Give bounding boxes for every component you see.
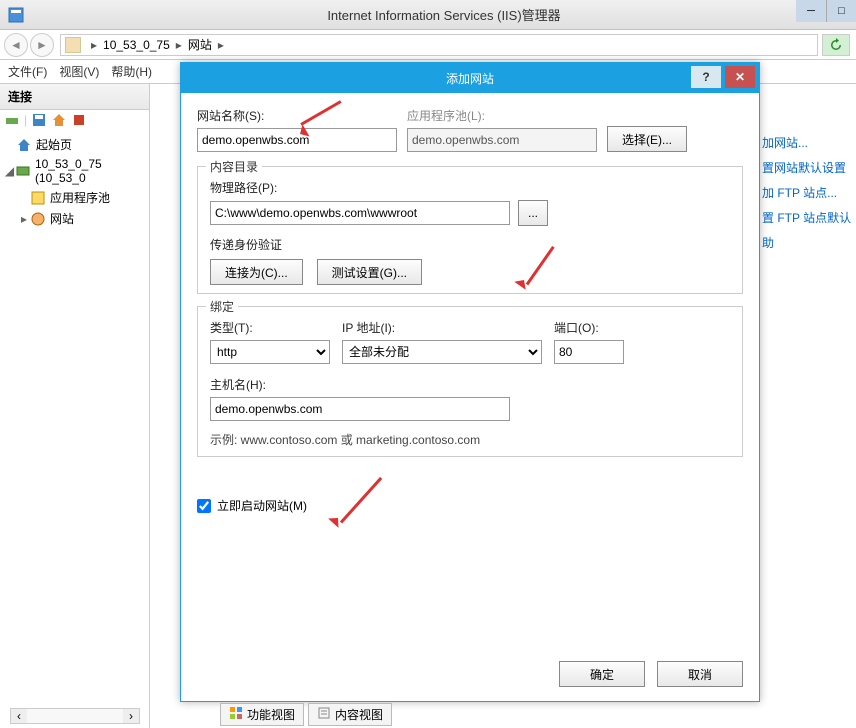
tree-sites[interactable]: ▸ 网站: [4, 208, 145, 229]
apppool-input: [407, 128, 597, 152]
breadcrumb-sep: ▸: [218, 38, 224, 52]
tab-content-view[interactable]: 内容视图: [308, 703, 392, 726]
expand-icon[interactable]: ▸: [18, 212, 30, 226]
menu-view[interactable]: 视图(V): [59, 63, 99, 80]
hostname-example: 示例: www.contoso.com 或 marketing.contoso.…: [210, 431, 730, 448]
refresh-button[interactable]: [822, 34, 850, 56]
connections-toolbar: |: [0, 110, 149, 130]
navigation-bar: ◄ ► ▸ 10_53_0_75 ▸ 网站 ▸: [0, 30, 856, 60]
tab-features-view[interactable]: 功能视图: [220, 703, 304, 726]
scroll-right-icon[interactable]: ›: [123, 709, 139, 723]
connect-as-button[interactable]: 连接为(C)...: [210, 259, 303, 285]
maximize-button[interactable]: □: [826, 0, 856, 22]
physpath-label: 物理路径(P):: [210, 179, 730, 196]
dialog-help-button[interactable]: ?: [691, 66, 721, 88]
sitename-label: 网站名称(S):: [197, 107, 397, 124]
tree-startpage[interactable]: 起始页: [4, 134, 145, 155]
scroll-track[interactable]: [27, 709, 123, 723]
home-icon[interactable]: [51, 112, 67, 128]
action-set-ftp[interactable]: 置 FTP 站点默认: [756, 205, 856, 230]
save-icon[interactable]: [31, 112, 47, 128]
features-icon: [229, 706, 243, 723]
dialog-title: 添加网站: [446, 70, 494, 87]
content-icon: [317, 706, 331, 723]
connections-panel: 连接 | 起始页 ◢ 10_53_0_75 (10_53_0 应用程序池 ▸ 网…: [0, 84, 150, 728]
action-add-site[interactable]: 加网站...: [756, 130, 856, 155]
binding-legend: 绑定: [206, 298, 238, 315]
menu-file[interactable]: 文件(F): [8, 63, 47, 80]
select-apppool-button[interactable]: 选择(E)...: [607, 126, 687, 152]
window-titlebar: Internet Information Services (IIS)管理器 ─…: [0, 0, 856, 30]
port-input[interactable]: [554, 340, 624, 364]
content-legend: 内容目录: [206, 158, 262, 175]
start-immediately-input[interactable]: [197, 499, 211, 513]
port-label: 端口(O):: [554, 319, 624, 336]
ok-button[interactable]: 确定: [559, 661, 645, 687]
view-tabs: 功能视图 内容视图: [220, 703, 392, 726]
breadcrumb-server[interactable]: 10_53_0_75: [103, 38, 170, 52]
type-label: 类型(T):: [210, 319, 330, 336]
app-icon: [8, 7, 24, 23]
browse-button[interactable]: ...: [518, 200, 548, 226]
sitename-input[interactable]: [197, 128, 397, 152]
breadcrumb-sep: ▸: [91, 38, 97, 52]
ip-label: IP 地址(I):: [342, 319, 542, 336]
connections-tree: 起始页 ◢ 10_53_0_75 (10_53_0 应用程序池 ▸ 网站: [0, 130, 149, 233]
breadcrumb-sites[interactable]: 网站: [188, 36, 212, 53]
connect-icon[interactable]: [4, 112, 20, 128]
apppool-label: 应用程序池(L):: [407, 107, 597, 124]
horizontal-scrollbar[interactable]: ‹ ›: [10, 708, 140, 724]
window-title: Internet Information Services (IIS)管理器: [32, 5, 856, 24]
apppool-icon: [30, 190, 46, 206]
add-website-dialog: 添加网站 ? ✕ 网站名称(S): 应用程序池(L): 选择(E)... 内容目…: [180, 62, 760, 702]
dialog-titlebar: 添加网站 ? ✕: [181, 63, 759, 93]
dialog-close-button[interactable]: ✕: [725, 66, 755, 88]
scroll-left-icon[interactable]: ‹: [11, 709, 27, 723]
stop-icon[interactable]: [71, 112, 87, 128]
physical-path-input[interactable]: [210, 201, 510, 225]
breadcrumb-sep: ▸: [176, 38, 182, 52]
hostname-input[interactable]: [210, 397, 510, 421]
actions-panel: 加网站... 置网站默认设置 加 FTP 站点... 置 FTP 站点默认 助: [756, 130, 856, 255]
server-icon: [65, 37, 81, 53]
tree-server[interactable]: ◢ 10_53_0_75 (10_53_0: [4, 155, 145, 187]
collapse-icon[interactable]: ◢: [4, 164, 15, 178]
back-button[interactable]: ◄: [4, 33, 28, 57]
toolbar-sep: |: [24, 113, 27, 127]
forward-button[interactable]: ►: [30, 33, 54, 57]
action-set-default[interactable]: 置网站默认设置: [756, 155, 856, 180]
start-immediately-label: 立即启动网站(M): [217, 497, 307, 514]
tree-apppools[interactable]: 应用程序池: [4, 187, 145, 208]
connections-header: 连接: [0, 84, 149, 110]
minimize-button[interactable]: ─: [796, 0, 826, 22]
test-settings-button[interactable]: 测试设置(G)...: [317, 259, 422, 285]
hostname-label: 主机名(H):: [210, 376, 730, 393]
cancel-button[interactable]: 取消: [657, 661, 743, 687]
content-directory-group: 内容目录 物理路径(P): ... 传递身份验证 连接为(C)... 测试设置(…: [197, 166, 743, 294]
type-select[interactable]: http: [210, 340, 330, 364]
sites-icon: [30, 211, 46, 227]
home-icon: [16, 137, 32, 153]
start-immediately-checkbox[interactable]: 立即启动网站(M): [197, 497, 743, 514]
binding-group: 绑定 类型(T): http IP 地址(I): 全部未分配 端口(O):: [197, 306, 743, 457]
action-add-ftp[interactable]: 加 FTP 站点...: [756, 180, 856, 205]
menu-help[interactable]: 帮助(H): [111, 63, 152, 80]
ip-select[interactable]: 全部未分配: [342, 340, 542, 364]
passthrough-auth-label: 传递身份验证: [210, 236, 730, 253]
action-help[interactable]: 助: [756, 230, 856, 255]
server-icon: [15, 163, 31, 179]
address-bar[interactable]: ▸ 10_53_0_75 ▸ 网站 ▸: [60, 34, 818, 56]
